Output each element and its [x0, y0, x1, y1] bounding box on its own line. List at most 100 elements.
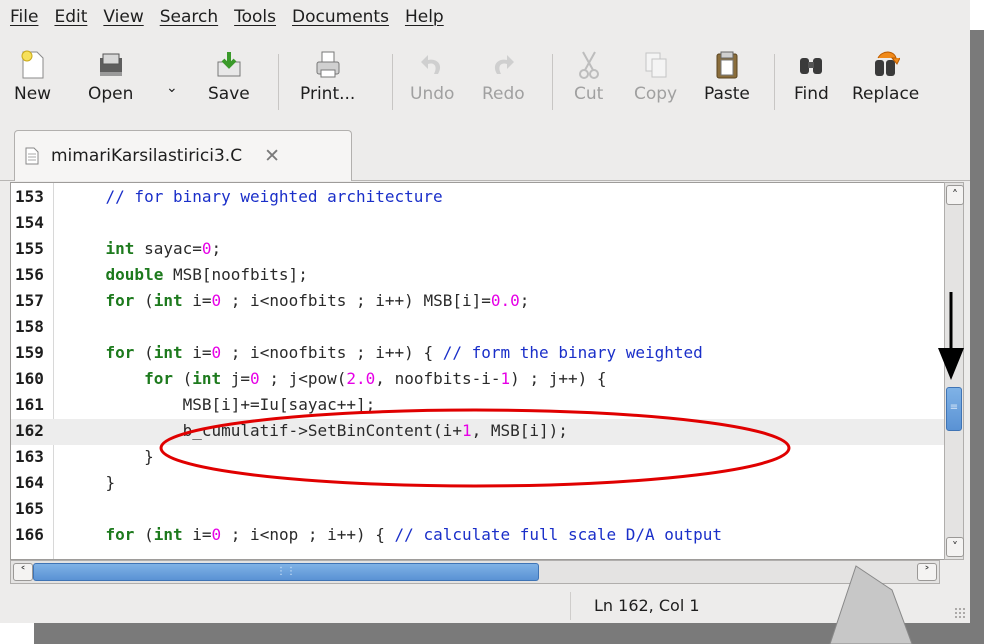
paste-label: Paste [704, 84, 750, 104]
chevron-down-icon: ⌄ [166, 80, 178, 96]
new-label: New [14, 84, 52, 104]
code-text: } [67, 473, 116, 492]
tab-filename: mimariKarsilastirici3.C [51, 146, 243, 166]
resize-grip-icon[interactable] [954, 607, 966, 619]
line-number: 160 [15, 369, 44, 388]
code-text: for (int i=0 ; i<noofbits ; i++) MSB[i]=… [105, 291, 530, 310]
menu-view[interactable]: View [103, 7, 143, 27]
code-line[interactable]: 166 for (int i=0 ; i<nop ; i++) { // cal… [11, 523, 945, 549]
line-number: 159 [15, 343, 44, 362]
new-button[interactable]: New [14, 50, 51, 104]
scroll-left-icon[interactable]: ˂ [13, 563, 33, 581]
undo-icon [421, 55, 441, 74]
document-tab[interactable]: mimariKarsilastirici3.C ✕ [14, 130, 352, 181]
code-line[interactable]: 156 double MSB[noofbits]; [11, 263, 945, 289]
redo-icon [495, 55, 515, 74]
code-editor[interactable]: 153 // for binary weighted architecture 1… [10, 182, 946, 560]
code-text: double MSB[noofbits]; [105, 265, 308, 284]
horizontal-scroll-thumb[interactable]: ⋮⋮ [33, 563, 539, 581]
print-button[interactable]: Print... [300, 50, 355, 104]
statusbar: Ln 162, Col 1 [0, 590, 970, 623]
menu-edit[interactable]: Edit [54, 7, 87, 27]
find-button[interactable]: Find [794, 50, 829, 104]
line-number: 162 [15, 421, 44, 440]
code-line[interactable]: 157 for (int i=0 ; i<noofbits ; i++) MSB… [11, 289, 945, 315]
scroll-right-icon[interactable]: ˃ [917, 563, 937, 581]
open-button[interactable]: Open [88, 50, 133, 104]
line-number: 158 [15, 317, 44, 336]
copy-label: Copy [634, 84, 678, 104]
code-line[interactable]: 159 for (int i=0 ; i<noofbits ; i++) { /… [11, 341, 945, 367]
copy-icon [645, 52, 667, 78]
redo-button[interactable]: Redo [482, 50, 525, 104]
code-line[interactable]: 154 [11, 211, 945, 237]
code-text: for (int j=0 ; j<pow(2.0, noofbits-i-1) … [144, 369, 607, 388]
line-number: 166 [15, 525, 44, 544]
code-text: } [67, 447, 154, 466]
scroll-up-icon[interactable]: ˄ [946, 185, 964, 205]
replace-button[interactable]: Replace [852, 50, 919, 104]
copy-button[interactable]: Copy [634, 50, 677, 104]
line-number: 164 [15, 473, 44, 492]
line-number: 157 [15, 291, 44, 310]
open-folder-icon [99, 53, 122, 76]
print-label: Print... [300, 84, 356, 104]
menu-search[interactable]: Search [160, 7, 218, 27]
status-separator [570, 592, 571, 620]
line-number: 161 [15, 395, 44, 414]
code-text: // for binary weighted architecture [105, 187, 443, 206]
find-replace-icon [874, 51, 900, 76]
save-icon [217, 52, 241, 77]
code-text: b_cumulatif->SetBinContent(i+1, MSB[i]); [67, 421, 568, 440]
horizontal-scrollbar[interactable]: ˂ ⋮⋮ ˃ [10, 560, 940, 584]
code-text: int sayac=0; [105, 239, 222, 258]
code-text: MSB[i]+=Iu[sayac++]; [67, 395, 376, 414]
find-label: Find [794, 84, 829, 104]
menu-tools[interactable]: Tools [234, 7, 276, 27]
scissors-icon [578, 51, 599, 79]
code-text: for (int i=0 ; i<noofbits ; i++) { // fo… [105, 343, 703, 362]
close-tab-icon[interactable]: ✕ [264, 145, 280, 167]
binoculars-icon [800, 58, 823, 74]
toolbar-separator [774, 54, 775, 110]
cursor-position: Ln 162, Col 1 [594, 596, 700, 615]
clipboard-icon [716, 51, 738, 79]
code-line[interactable]: 158 [11, 315, 945, 341]
menu-file[interactable]: File [10, 7, 38, 27]
vertical-scroll-thumb[interactable]: ≡ [946, 387, 962, 431]
cut-label: Cut [574, 84, 604, 104]
paste-button[interactable]: Paste [704, 50, 750, 104]
code-line[interactable]: 153 // for binary weighted architecture [11, 185, 945, 211]
code-line[interactable]: 164 } [11, 471, 945, 497]
open-recent-dropdown[interactable]: ⌄ [166, 80, 178, 96]
code-line[interactable]: 155 int sayac=0; [11, 237, 945, 263]
replace-label: Replace [852, 84, 920, 104]
document-tabs: mimariKarsilastirici3.C ✕ [0, 124, 970, 181]
gedit-window: File Edit View Search Tools Documents He… [0, 0, 970, 623]
scroll-down-icon[interactable]: ˅ [946, 537, 964, 557]
code-line[interactable]: 163 } [11, 445, 945, 471]
toolbar: New Open ⌄ Save Print... Undo Redo Cut C… [0, 36, 970, 124]
code-line[interactable]: 160 for (int j=0 ; j<pow(2.0, noofbits-i… [11, 367, 945, 393]
save-button[interactable]: Save [208, 50, 250, 104]
line-number: 163 [15, 447, 44, 466]
line-number: 154 [15, 213, 44, 232]
line-number: 153 [15, 187, 44, 206]
vertical-scrollbar[interactable]: ˄ ≡ ˅ [944, 182, 964, 560]
code-text: for (int i=0 ; i<nop ; i++) { // calcula… [105, 525, 723, 544]
code-line[interactable]: 161 MSB[i]+=Iu[sayac++]; [11, 393, 945, 419]
open-label: Open [88, 84, 134, 104]
window-shadow-bottom [34, 623, 984, 644]
undo-button[interactable]: Undo [410, 50, 454, 104]
menu-documents[interactable]: Documents [292, 7, 389, 27]
save-label: Save [208, 84, 250, 104]
code-line[interactable]: 162 b_cumulatif->SetBinContent(i+1, MSB[… [11, 419, 945, 445]
text-file-icon [25, 147, 39, 165]
menu-help[interactable]: Help [405, 7, 444, 27]
printer-icon [316, 51, 340, 78]
toolbar-separator [278, 54, 279, 110]
code-line[interactable]: 165 [11, 497, 945, 523]
cut-button[interactable]: Cut [574, 50, 603, 104]
line-number: 156 [15, 265, 44, 284]
line-number: 165 [15, 499, 44, 518]
